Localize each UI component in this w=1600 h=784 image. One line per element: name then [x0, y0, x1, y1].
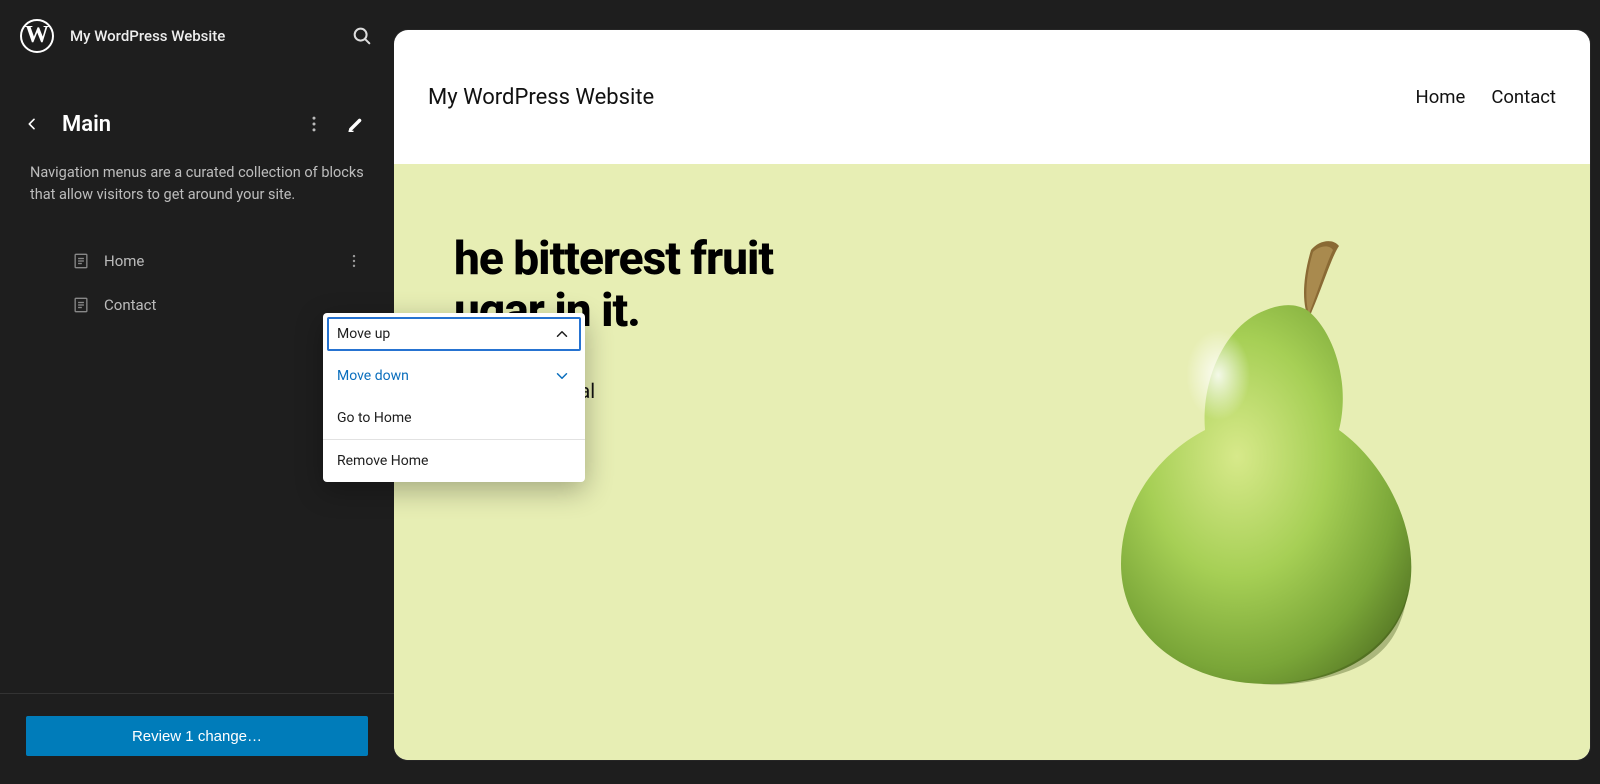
editor-sidebar: W My WordPress Website Main — [0, 6, 394, 784]
menu-move-down[interactable]: Move down — [323, 355, 585, 397]
menu-remove[interactable]: Remove Home — [323, 440, 585, 482]
sidebar-description: Navigation menus are a curated collectio… — [0, 156, 394, 231]
sidebar-topbar: W My WordPress Website — [0, 6, 394, 66]
review-changes-button[interactable]: Review 1 change… — [26, 716, 368, 756]
nav-item-label: Contact — [104, 296, 156, 314]
menu-label: Move down — [337, 368, 409, 384]
site-title[interactable]: My WordPress Website — [70, 27, 225, 45]
nav-item-context-menu: Move up Move down Go to Home Remove Home — [323, 313, 585, 482]
sidebar-header: Main — [0, 66, 394, 156]
page-icon — [70, 250, 92, 272]
back-button[interactable] — [20, 112, 44, 136]
page-title: Main — [62, 112, 290, 137]
sidebar-footer: Review 1 change… — [0, 693, 394, 784]
hero-image — [992, 212, 1530, 712]
site-header: My WordPress Website Home Contact — [394, 30, 1590, 164]
menu-label: Move up — [337, 326, 390, 342]
wordpress-logo-icon[interactable]: W — [20, 19, 54, 53]
menu-move-up[interactable]: Move up — [323, 313, 585, 355]
more-options-button[interactable] — [296, 106, 332, 142]
preview-site-title[interactable]: My WordPress Website — [428, 85, 654, 110]
preview-nav-contact[interactable]: Contact — [1491, 86, 1556, 108]
nav-item-label: Home — [104, 252, 144, 270]
app-root: W My WordPress Website Main — [0, 0, 1600, 784]
nav-item-more-icon[interactable] — [342, 249, 366, 273]
menu-label: Go to Home — [337, 410, 412, 426]
nav-item-home[interactable]: Home — [0, 239, 394, 283]
quote-line-1: he bitterest fruit — [454, 232, 773, 286]
preview-navigation: Home Contact — [1416, 86, 1556, 108]
menu-label: Remove Home — [337, 453, 428, 469]
chevron-up-icon — [553, 325, 571, 343]
menu-go-to[interactable]: Go to Home — [323, 397, 585, 439]
search-icon[interactable] — [350, 24, 374, 48]
pear-illustration-icon — [1081, 232, 1441, 692]
chevron-down-icon — [553, 367, 571, 385]
edit-button[interactable] — [338, 106, 374, 142]
preview-nav-home[interactable]: Home — [1416, 86, 1466, 108]
page-icon — [70, 294, 92, 316]
